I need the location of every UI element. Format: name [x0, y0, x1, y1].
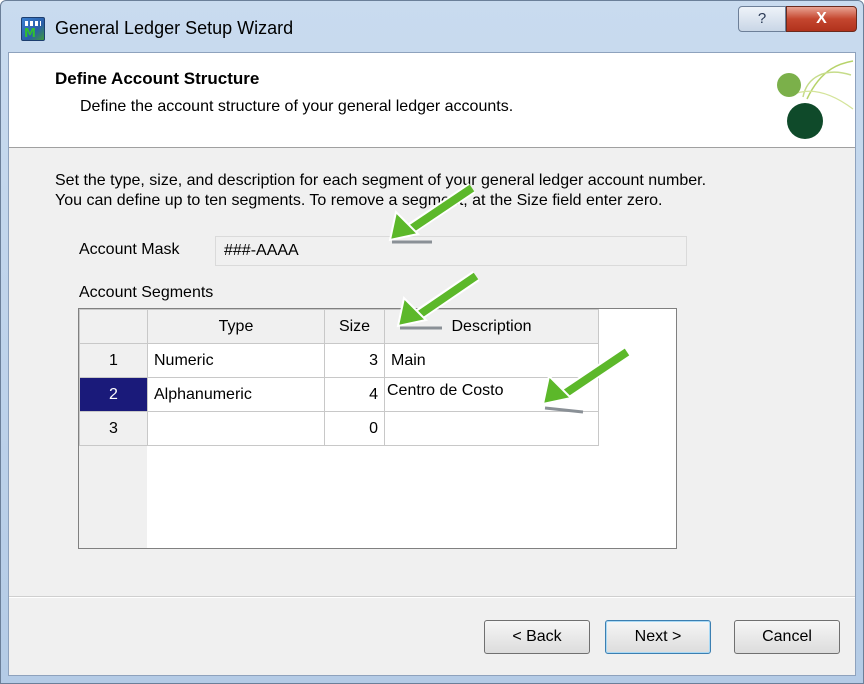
- description-cell[interactable]: [384, 411, 599, 446]
- size-cell[interactable]: 4: [324, 377, 385, 412]
- wizard-body: Define Account Structure Define the acco…: [8, 52, 856, 676]
- app-icon: M: [21, 17, 45, 41]
- instructions-line-2: You can define up to ten segments. To re…: [55, 192, 663, 209]
- close-button[interactable]: X: [786, 6, 857, 32]
- next-button[interactable]: Next >: [605, 620, 711, 654]
- row-number-cell[interactable]: 1: [79, 343, 148, 378]
- account-segments-grid[interactable]: Type Size Description 1 Numeric 3 Main 2…: [78, 308, 677, 549]
- column-header-description[interactable]: Description: [384, 309, 599, 344]
- header-band: Define Account Structure Define the acco…: [9, 53, 855, 148]
- column-header-type[interactable]: Type: [147, 309, 325, 344]
- instructions-text: Set the type, size, and description for …: [55, 171, 835, 211]
- page-title: Define Account Structure: [55, 69, 260, 88]
- account-mask-label: Account Mask: [79, 241, 180, 258]
- help-button[interactable]: ?: [738, 6, 786, 32]
- table-row[interactable]: 1 Numeric 3 Main: [79, 343, 599, 378]
- row-number-cell[interactable]: 2: [79, 377, 148, 412]
- description-cell[interactable]: Main: [384, 343, 599, 378]
- description-edit-text[interactable]: Centro de Costo: [387, 382, 504, 399]
- description-cell[interactable]: Centro de Costo: [384, 377, 599, 412]
- account-mask-field: ###-AAAA: [215, 236, 687, 266]
- table-header-row: Type Size Description: [79, 309, 599, 344]
- instructions-line-1: Set the type, size, and description for …: [55, 172, 707, 189]
- account-segments-label: Account Segments: [79, 284, 214, 301]
- corner-cell: [79, 309, 148, 344]
- back-button[interactable]: < Back: [484, 620, 590, 654]
- title-bar[interactable]: M General Ledger Setup Wizard ? X: [1, 1, 863, 53]
- type-cell[interactable]: [147, 411, 325, 446]
- cancel-button[interactable]: Cancel: [734, 620, 840, 654]
- segments-table: Type Size Description 1 Numeric 3 Main 2…: [79, 309, 599, 446]
- window-title: General Ledger Setup Wizard: [55, 18, 294, 38]
- type-cell[interactable]: Alphanumeric: [147, 377, 325, 412]
- size-cell[interactable]: 0: [324, 411, 385, 446]
- row-number-cell[interactable]: 3: [79, 411, 148, 446]
- column-header-size[interactable]: Size: [324, 309, 385, 344]
- table-row[interactable]: 3 0: [79, 411, 599, 446]
- page-subtitle: Define the account structure of your gen…: [80, 98, 514, 115]
- table-row[interactable]: 2 Alphanumeric 4 Centro de Costo: [79, 377, 599, 412]
- wizard-logo-icon: [777, 60, 854, 139]
- type-cell[interactable]: Numeric: [147, 343, 325, 378]
- footer-divider: [9, 596, 855, 598]
- size-cell[interactable]: 3: [324, 343, 385, 378]
